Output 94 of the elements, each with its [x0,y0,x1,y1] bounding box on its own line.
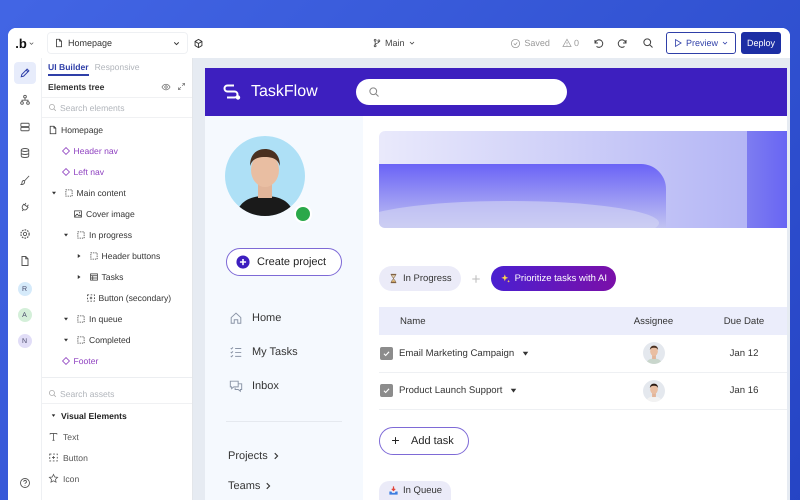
search-icon [368,86,380,98]
save-status: Saved [524,38,550,48]
due-date: Jan 12 [730,348,758,359]
expand-icon [177,82,186,91]
dashed-square-icon [88,250,98,260]
eye-icon [161,82,171,92]
diamond-icon [60,146,70,156]
tree-item[interactable]: Cover image [42,203,192,224]
asset-item[interactable]: Button [42,447,192,468]
dashed-square-icon [76,314,86,324]
check-icon [382,348,391,358]
caret-icon [28,40,35,46]
preview-button[interactable]: Preview [666,32,736,54]
text-icon [48,431,59,442]
tree-item[interactable]: Button (secondary) [42,287,192,308]
home-icon [229,311,243,325]
tree-item[interactable]: Tasks [42,266,192,287]
plus-icon [236,255,250,269]
column-header: Assignee [606,307,701,335]
caret-icon [408,39,416,47]
avatar [642,342,664,364]
page-icon [48,124,58,134]
caret-icon [720,39,729,47]
task-name: Product Launch Support [399,385,502,396]
asset-item[interactable]: Text [42,426,192,447]
checklist-icon [229,345,243,359]
branch-dropdown[interactable]: Main [372,38,416,48]
pencil-icon[interactable] [14,62,36,84]
logo-button[interactable]: .b [8,36,42,50]
search-field[interactable] [356,79,567,105]
search-field[interactable]: Search assets [60,388,180,398]
search-icon [48,103,57,112]
tree-item[interactable]: Header buttons [42,245,192,266]
redo-icon[interactable] [616,37,629,49]
tree-item[interactable]: Completed [42,329,192,350]
checkbox[interactable] [380,346,393,360]
branch-icon [372,38,382,48]
dashed-square-icon [76,334,86,344]
search-icon[interactable] [642,37,654,49]
ai-button[interactable]: Prioritize tasks with AI [490,266,616,291]
button-icon [86,292,96,302]
column-header: Due Date [701,307,787,335]
asset-item[interactable]: Icon [42,468,192,489]
app-title: TaskFlow [251,83,319,101]
nav-item[interactable]: My Tasks [205,335,363,369]
status-tag[interactable]: In Queue [379,480,452,500]
plus-icon [390,435,401,446]
table-icon [88,272,98,282]
plus-icon [470,272,482,284]
check-circle-icon [510,38,522,48]
create-project-button[interactable]: Create project [226,248,342,276]
button-icon [48,452,59,463]
check-icon [382,386,391,395]
tray-icon [388,485,399,496]
image-icon [73,208,83,218]
tree-item[interactable]: Homepage [42,119,192,140]
chat-icon [229,379,243,393]
tree-item[interactable]: Footer [42,350,192,371]
due-date: Jan 16 [730,385,758,396]
section-header[interactable]: Visual Elements [42,405,192,426]
nav-item[interactable]: Inbox [205,369,363,403]
tree-item[interactable]: Header nav [42,140,192,161]
dashed-square-icon [64,188,74,198]
task-name: Email Marketing Campaign [399,348,514,359]
warning-icon [562,38,572,48]
dashed-square-icon [76,230,86,240]
cube-icon [193,38,204,48]
tree-item[interactable]: Main content [42,182,192,203]
diamond-icon [60,166,70,176]
play-icon [672,38,683,48]
panel-title: Elements tree [48,82,106,92]
add-task-button[interactable]: Add task [379,426,469,454]
status-tag[interactable]: In Progress [379,266,461,291]
warning-count: 0 [574,38,579,48]
nav-section[interactable]: Projects [205,441,363,471]
panel-tab[interactable]: UI Builder [48,62,89,76]
tree-item[interactable]: In progress [42,224,192,245]
nav-item[interactable]: Home [205,301,363,335]
star-icon [48,473,59,484]
diamond-icon [60,356,70,366]
hourglass-icon [388,273,399,284]
deploy-button[interactable]: Deploy [740,32,781,54]
undo-icon[interactable] [592,37,604,49]
file-icon [54,38,64,48]
sparkle-icon [500,273,511,284]
tree-item[interactable]: Left nav [42,161,192,182]
column-header: Name [379,307,606,335]
search-field[interactable]: Search elements [60,102,180,112]
nav-section[interactable]: Teams [205,471,363,500]
avatar [642,380,664,402]
checkbox[interactable] [380,384,393,397]
search-icon [48,389,57,398]
page-dropdown[interactable]: Homepage [47,32,188,54]
tree-item[interactable]: In queue [42,308,192,329]
